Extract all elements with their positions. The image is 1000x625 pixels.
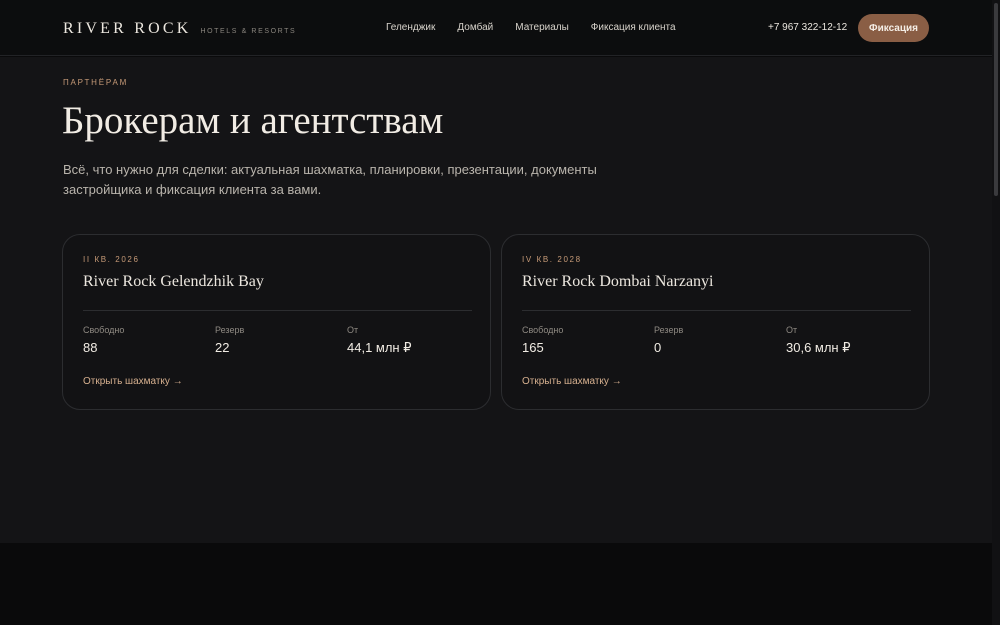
project-name: River Rock Gelendzhik Bay (83, 273, 264, 290)
stat-label: Свободно (83, 325, 125, 335)
stat-reserved: Резерв 0 (654, 325, 683, 355)
page-title: Брокерам и агентствам (62, 99, 444, 142)
open-chessboard-link[interactable]: Открыть шахматку → (522, 376, 622, 387)
fixation-button[interactable]: Фиксация (858, 14, 929, 42)
main-nav: Геленджик Домбай Материалы Фиксация клие… (386, 22, 698, 33)
nav-item-materials[interactable]: Материалы (515, 22, 569, 33)
logo-name: RIVER ROCK (63, 20, 192, 37)
logo[interactable]: RIVER ROCK HOTELS & RESORTS (63, 20, 296, 38)
nav-item-dombai[interactable]: Домбай (457, 22, 493, 33)
stat-value: 22 (215, 340, 230, 355)
phone-link[interactable]: +7 967 322-12-12 (768, 22, 847, 33)
nav-item-client-fixation[interactable]: Фиксация клиента (591, 22, 676, 33)
stat-label: Резерв (654, 325, 684, 335)
intro-text: Всё, что нужно для сделки: актуальная ша… (63, 162, 597, 197)
stat-value: 30,6 млн ₽ (786, 340, 851, 355)
stat-value: 0 (654, 340, 662, 355)
stat-label: Резерв (215, 325, 245, 335)
stat-value: 44,1 млн ₽ (347, 340, 412, 355)
stat-label: Свободно (522, 325, 564, 335)
stat-available: Свободно 165 (522, 325, 563, 355)
project-period: IV КВ. 2028 (522, 255, 582, 264)
project-name: River Rock Dombai Narzanyi (522, 273, 714, 290)
project-card-dombai: IV КВ. 2028 River Rock Dombai Narzanyi С… (501, 234, 930, 410)
card-divider (522, 310, 911, 311)
stat-price-from: От 44,1 млн ₽ (347, 325, 412, 356)
stat-value: 88 (83, 340, 98, 355)
stat-price-from: От 30,6 млн ₽ (786, 325, 851, 356)
logo-tagline: HOTELS & RESORTS (200, 28, 297, 35)
next-section (0, 543, 1000, 625)
stat-value: 165 (522, 340, 544, 355)
card-divider (83, 310, 472, 311)
site-header: RIVER ROCK HOTELS & RESORTS Геленджик До… (0, 0, 992, 56)
open-chessboard-link[interactable]: Открыть шахматку → (83, 376, 183, 387)
stat-label: От (347, 325, 359, 335)
stat-available: Свободно 88 (83, 325, 124, 355)
section-eyebrow: ПАРТНЁРАМ (63, 78, 129, 87)
scrollbar-thumb[interactable] (994, 3, 998, 196)
project-period: II КВ. 2026 (83, 255, 140, 264)
nav-item-gelendzhik[interactable]: Геленджик (386, 22, 435, 33)
project-card-gelendzhik: II КВ. 2026 River Rock Gelendzhik Bay Св… (62, 234, 491, 410)
stat-label: От (786, 325, 798, 335)
stat-reserved: Резерв 22 (215, 325, 244, 355)
